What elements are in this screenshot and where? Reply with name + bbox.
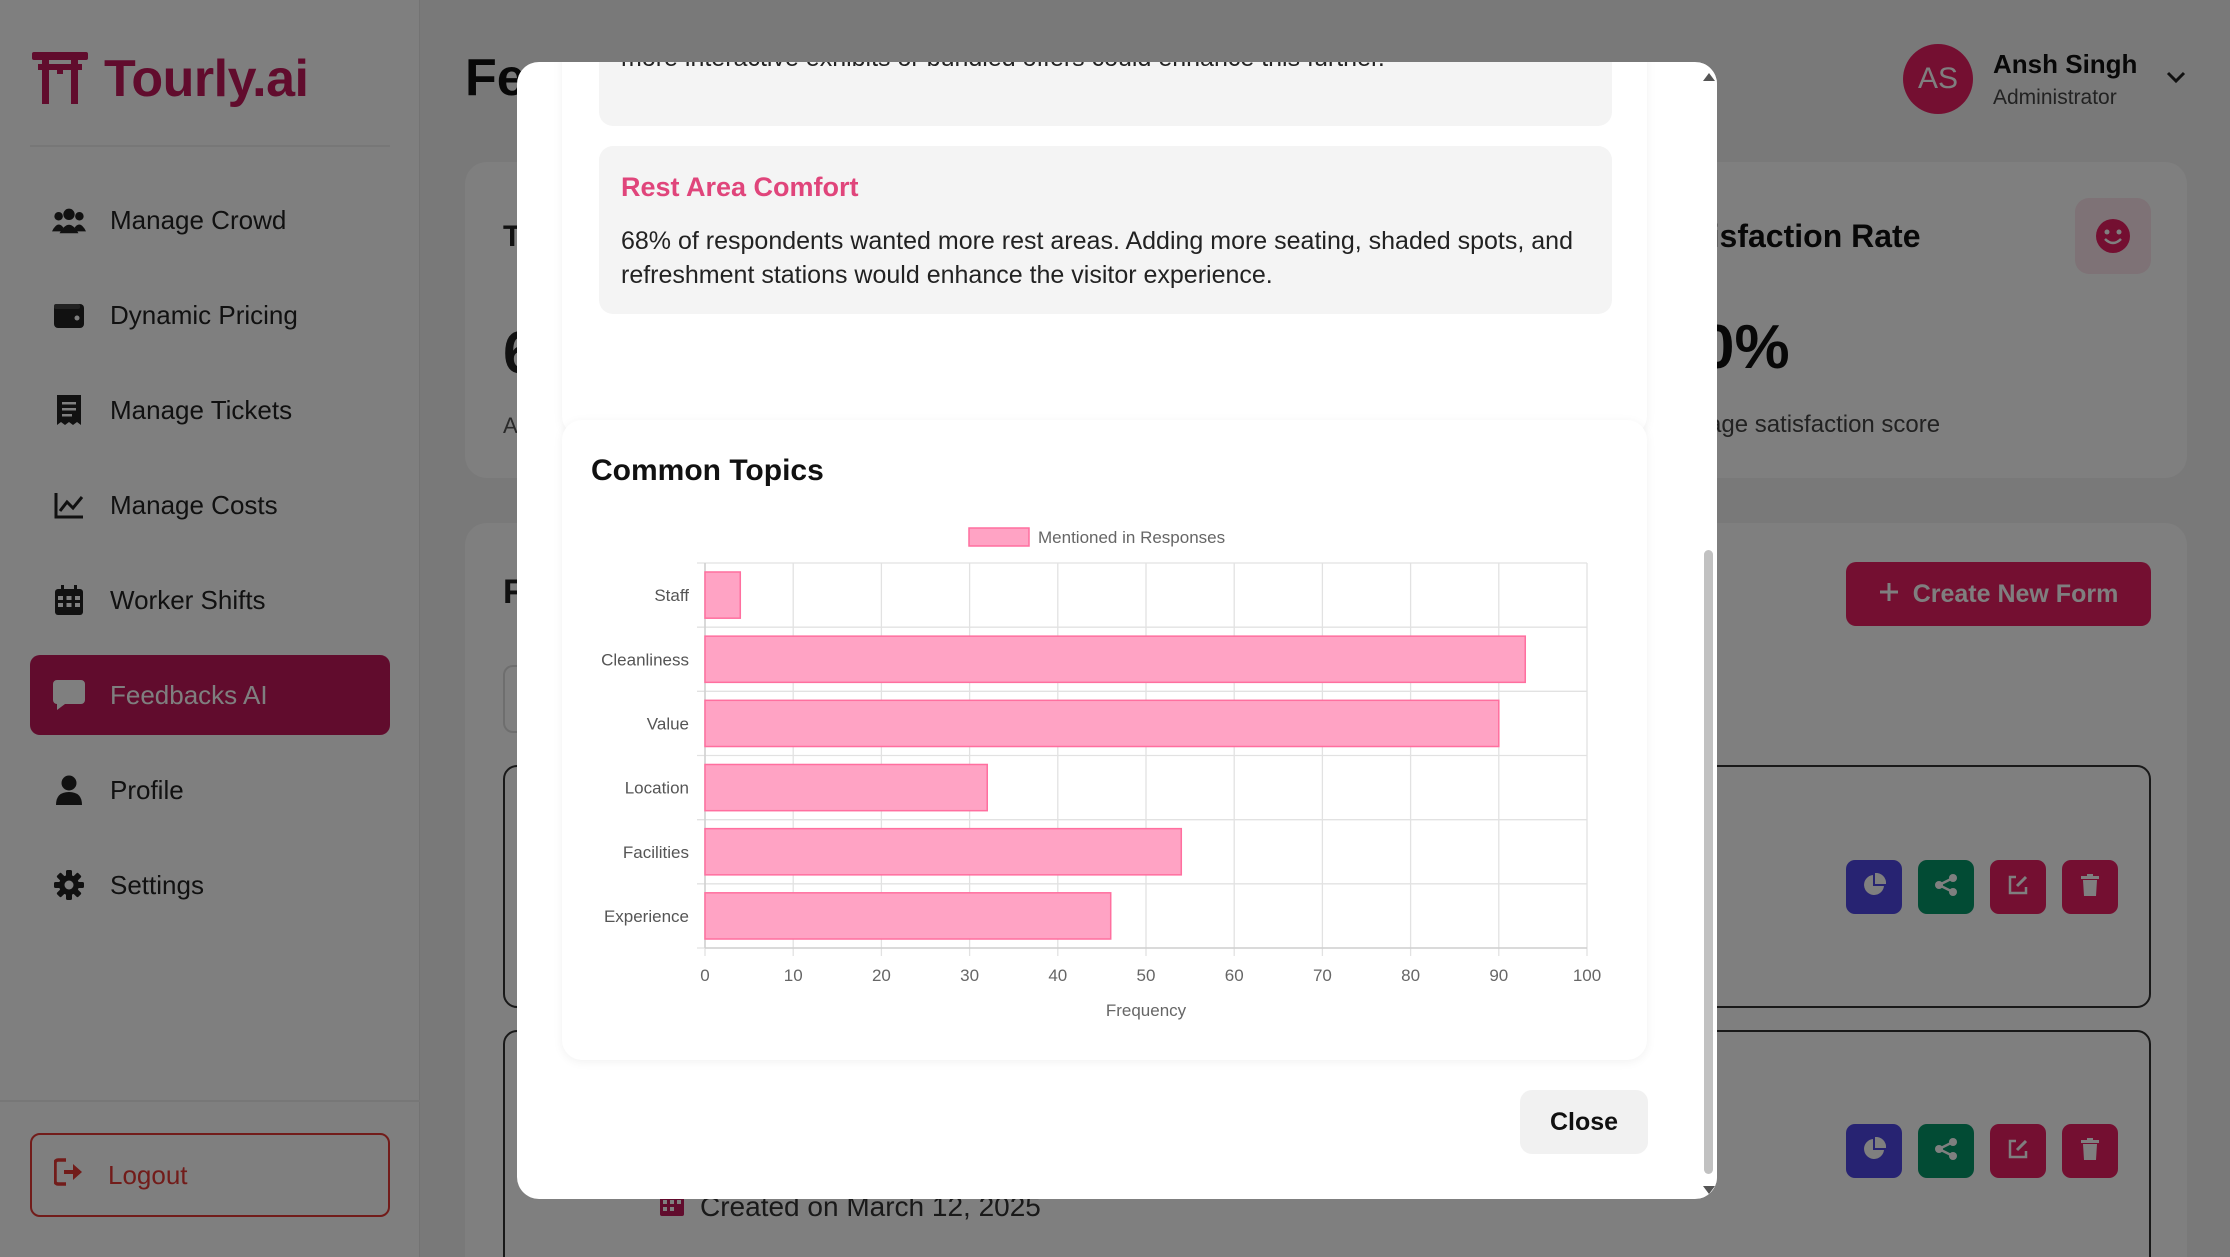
insight-title: Rest Area Comfort xyxy=(621,172,859,202)
scroll-up-icon[interactable] xyxy=(1703,68,1715,86)
x-tick-label: 80 xyxy=(1401,966,1420,985)
common-topics-card: Common Topics 0 10 20 30 40 50 60 70 80 90 100 Staf… xyxy=(562,420,1647,1060)
y-tick-label: Cleanliness xyxy=(601,650,689,669)
bar-facilities[interactable] xyxy=(704,827,1183,876)
legend-label[interactable]: Mentioned in Responses xyxy=(1038,528,1225,547)
x-tick-label: 90 xyxy=(1489,966,1508,985)
bar-staff[interactable] xyxy=(704,571,742,619)
scrollbar-thumb[interactable] xyxy=(1704,550,1713,1174)
y-tick-label: Experience xyxy=(604,907,689,926)
close-button[interactable]: Close xyxy=(1520,1090,1648,1154)
bar-cleanliness[interactable] xyxy=(704,635,1527,684)
x-tick-label: 10 xyxy=(784,966,803,985)
bar-location[interactable] xyxy=(704,763,988,812)
y-tick-label: Staff xyxy=(654,586,689,605)
scroll-down-icon[interactable] xyxy=(1703,1182,1715,1199)
x-tick-label: 0 xyxy=(700,966,709,985)
y-tick-label: Value xyxy=(647,714,689,733)
x-tick-label: 100 xyxy=(1573,966,1601,985)
y-tick-label: Location xyxy=(625,779,689,798)
insight-text: more interactive exhibits or bundled off… xyxy=(621,62,1591,75)
x-tick-label: 30 xyxy=(960,966,979,985)
bar-experience[interactable] xyxy=(704,892,1112,940)
x-tick-label: 70 xyxy=(1313,966,1332,985)
y-tick-label: Facilities xyxy=(623,843,689,862)
topics-bar-chart: 0 10 20 30 40 50 60 70 80 90 100 Staff Cleanliness Va… xyxy=(601,527,1601,1020)
insight-item: Rest Area Comfort 68% of respondents wan… xyxy=(599,146,1612,314)
bar-value[interactable] xyxy=(704,699,1500,748)
insight-item: more interactive exhibits or bundled off… xyxy=(599,62,1612,126)
x-axis-title: Frequency xyxy=(1106,1001,1187,1020)
legend-swatch[interactable] xyxy=(968,527,1030,547)
x-tick-label: 50 xyxy=(1137,966,1156,985)
x-tick-label: 40 xyxy=(1048,966,1067,985)
insight-text: 68% of respondents wanted more rest area… xyxy=(621,227,1573,289)
x-tick-label: 20 xyxy=(872,966,891,985)
feedback-analysis-modal: more interactive exhibits or bundled off… xyxy=(517,62,1717,1199)
x-tick-label: 60 xyxy=(1225,966,1244,985)
